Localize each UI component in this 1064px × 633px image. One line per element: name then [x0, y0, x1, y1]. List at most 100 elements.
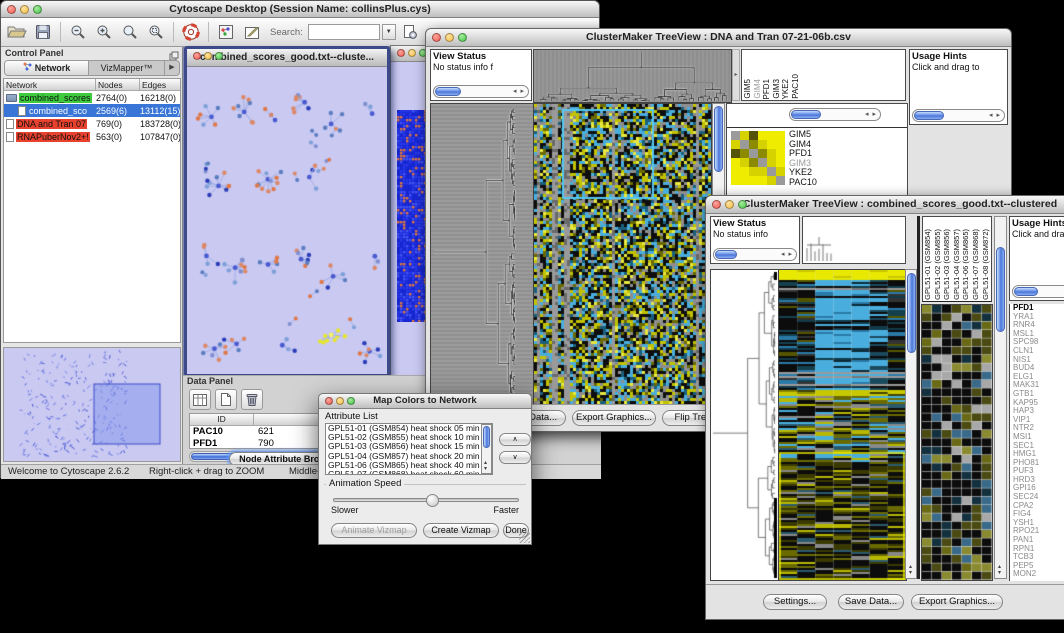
annotation-icon[interactable]: [240, 20, 264, 44]
zoom-fit-icon[interactable]: [118, 20, 142, 44]
scrollbar-thumb[interactable]: [715, 250, 737, 259]
minimize-button[interactable]: [445, 33, 454, 42]
column-dendrogram[interactable]: [803, 217, 903, 261]
network-view-window-1[interactable]: combined_scores_good.txt--cluste...: [184, 46, 390, 377]
zoom-out-icon[interactable]: [66, 20, 90, 44]
zoom-in-icon[interactable]: [92, 20, 116, 44]
h-scrollbar[interactable]: [912, 109, 1005, 122]
zoom-heatmap[interactable]: [921, 304, 993, 581]
open-file-icon[interactable]: [5, 20, 29, 44]
network-overview-thumbnail[interactable]: [3, 347, 181, 462]
expression-heatmap[interactable]: [533, 103, 712, 408]
settings-button[interactable]: Settings...: [763, 594, 827, 610]
move-up-button[interactable]: ∧: [499, 433, 531, 446]
window-controls[interactable]: [7, 5, 42, 14]
window-titlebar[interactable]: ClusterMaker TreeView : combined_scores_…: [706, 196, 1064, 214]
panel-splitter[interactable]: ▸: [732, 49, 740, 101]
save-data-button[interactable]: Save Data...: [838, 594, 904, 610]
window-controls[interactable]: [397, 49, 427, 57]
v-scrollbar[interactable]: [905, 269, 917, 579]
attribute-browser-icon[interactable]: [398, 20, 422, 44]
zoom-button[interactable]: [458, 33, 467, 42]
h-scrollbar[interactable]: [433, 85, 529, 98]
row-dendrogram[interactable]: [710, 269, 780, 581]
close-button[interactable]: [432, 33, 441, 42]
tab-network[interactable]: Network: [5, 61, 89, 75]
search-dropdown-icon[interactable]: ▼: [382, 24, 396, 40]
attribute-list-item[interactable]: GPL51-07 (GSM868) heat shock 60 min: [326, 470, 492, 475]
minimize-button[interactable]: [336, 397, 344, 405]
close-button[interactable]: [193, 52, 201, 60]
scrollbar-thumb[interactable]: [1014, 287, 1038, 296]
slider-thumb[interactable]: [426, 494, 439, 507]
similarity-matrix[interactable]: [731, 131, 785, 185]
h-scrollbar[interactable]: [1012, 285, 1064, 298]
minimize-button[interactable]: [725, 200, 734, 209]
h-scrollbar[interactable]: [789, 108, 881, 121]
network-row[interactable]: combined_sco2569(6)13112(15): [4, 104, 180, 117]
close-button[interactable]: [325, 397, 333, 405]
window-controls[interactable]: [432, 33, 467, 42]
map-colors-dialog[interactable]: Map Colors to Network Attribute List GPL…: [318, 393, 532, 545]
expression-heatmap[interactable]: [778, 269, 907, 581]
scrollbar-thumb[interactable]: [435, 87, 461, 96]
row-dendrogram[interactable]: [430, 103, 535, 408]
tab-vizmapper[interactable]: VizMapper™: [89, 61, 165, 75]
close-button[interactable]: [712, 200, 721, 209]
h-scrollbar[interactable]: [713, 248, 797, 261]
dialog-titlebar[interactable]: Map Colors to Network: [319, 394, 531, 409]
search-input[interactable]: [308, 24, 380, 40]
scrollbar-thumb[interactable]: [907, 273, 916, 353]
network-view-canvas[interactable]: [187, 67, 387, 373]
scrollbar-thumb[interactable]: [914, 111, 944, 120]
move-down-button[interactable]: ∨: [499, 451, 531, 464]
minimize-button[interactable]: [20, 5, 29, 14]
new-attribute-icon[interactable]: [215, 389, 237, 410]
help-lifesaver-icon[interactable]: [179, 20, 203, 44]
column-header-id[interactable]: ID: [190, 414, 254, 426]
window-titlebar[interactable]: Cytoscape Desktop (Session Name: collins…: [1, 1, 599, 18]
zoom-button[interactable]: [33, 5, 42, 14]
zoom-button[interactable]: [738, 200, 747, 209]
window-titlebar[interactable]: ClusterMaker TreeView : DNA and Tran 07-…: [426, 29, 1011, 47]
delete-attribute-icon[interactable]: [241, 389, 263, 410]
window-controls[interactable]: [325, 397, 355, 405]
window-titlebar[interactable]: combined_scores_good.txt--cluste...: [187, 49, 387, 67]
minimize-button[interactable]: [408, 49, 416, 57]
network-row[interactable]: DNA and Tran 07769(0)183728(0): [4, 117, 180, 130]
zoom-button[interactable]: [215, 52, 223, 60]
column-header-edges[interactable]: Edges: [140, 79, 180, 91]
resize-grip[interactable]: [519, 532, 530, 543]
tab-overflow-button[interactable]: ▶: [165, 61, 179, 75]
v-scrollbar[interactable]: [481, 424, 492, 474]
export-graphics-button[interactable]: Export Graphics...: [911, 594, 1003, 610]
close-button[interactable]: [7, 5, 16, 14]
create-vizmap-button[interactable]: Create Vizmap: [423, 523, 499, 538]
v-scrollbar[interactable]: [994, 216, 1007, 579]
zoom-selected-icon[interactable]: [144, 20, 168, 44]
column-dendrogram[interactable]: [533, 49, 732, 103]
minimize-button[interactable]: [204, 52, 212, 60]
close-button[interactable]: [397, 49, 405, 57]
export-graphics-button[interactable]: Export Graphics...: [572, 410, 656, 426]
scrollbar-thumb[interactable]: [483, 426, 490, 448]
select-attributes-icon[interactable]: [189, 389, 211, 410]
scrollbar-thumb[interactable]: [791, 110, 821, 119]
attribute-list[interactable]: GPL51-01 (GSM854) heat shock 05 minGPL51…: [325, 423, 493, 475]
window-controls[interactable]: [712, 200, 747, 209]
scrollbar-thumb[interactable]: [714, 106, 723, 172]
column-header-nodes[interactable]: Nodes: [96, 79, 140, 91]
scrollbar-thumb[interactable]: [996, 247, 1005, 332]
column-header-network[interactable]: Network: [4, 79, 96, 91]
window-controls[interactable]: [193, 52, 223, 60]
network-row[interactable]: RNAPuberNov2+!563(0)107847(0): [4, 130, 180, 143]
cytopanel-layout-icon[interactable]: [214, 20, 238, 44]
animation-speed-slider[interactable]: [333, 498, 519, 502]
network-row[interactable]: combined_scores2764(0)16218(0): [4, 91, 180, 104]
animate-vizmap-button[interactable]: Animate Vizmap: [331, 523, 417, 538]
save-session-icon[interactable]: [31, 20, 55, 44]
treeview-window-combined[interactable]: ClusterMaker TreeView : combined_scores_…: [705, 195, 1064, 620]
zoom-button[interactable]: [347, 397, 355, 405]
column-labels-panel: GIM5GIM4PFD1GIM3YKE2PAC10: [741, 49, 906, 101]
gene-label[interactable]: MON2: [1010, 570, 1064, 579]
